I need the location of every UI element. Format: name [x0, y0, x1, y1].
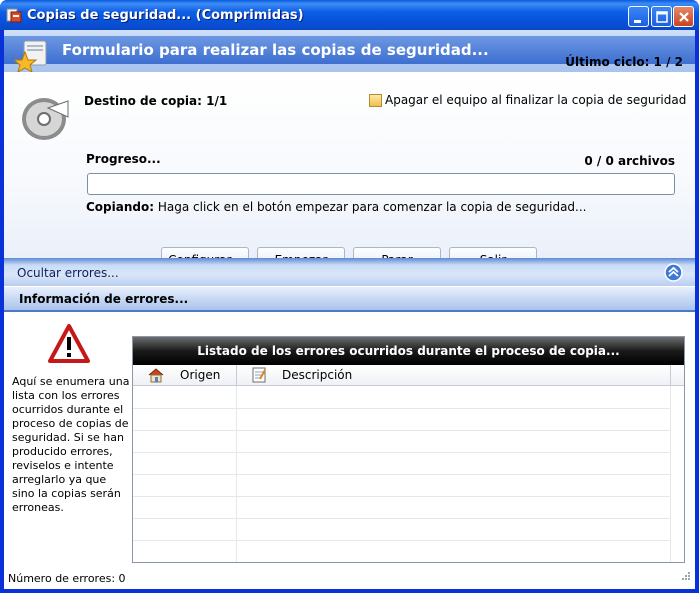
grid-line	[133, 496, 670, 497]
progress-bar	[87, 173, 675, 195]
notepad-icon	[251, 367, 267, 386]
column-separator[interactable]	[236, 365, 237, 386]
home-icon	[147, 367, 165, 386]
grid-column-line	[236, 386, 237, 562]
column-separator[interactable]	[670, 365, 671, 386]
warning-icon	[48, 324, 90, 367]
window-title: Copias de seguridad... (Comprimidas)	[27, 8, 304, 23]
status-prefix: Copiando:	[86, 200, 155, 214]
client-area: Formulario para realizar las copias de s…	[4, 30, 695, 589]
maximize-button[interactable]	[651, 6, 672, 27]
errors-header-label: Información de errores...	[19, 292, 189, 306]
status-line: Copiando: Haga click en el botón empezar…	[86, 200, 587, 214]
vertical-scrollbar[interactable]	[670, 386, 684, 562]
grid-line	[133, 518, 670, 519]
column-origin[interactable]: Origen	[180, 368, 220, 382]
errors-table[interactable]: Listado de los errores ocurridos durante…	[132, 336, 685, 563]
app-window: Copias de seguridad... (Comprimidas) For…	[0, 0, 699, 593]
errors-panel: Aquí se enumera una lista con los errore…	[4, 312, 695, 589]
minimize-icon	[634, 20, 641, 23]
maximize-icon	[656, 11, 668, 23]
hide-errors-label[interactable]: Ocultar errores...	[17, 266, 119, 280]
minimize-button[interactable]	[628, 6, 649, 27]
errors-table-title: Listado de los errores ocurridos durante…	[133, 337, 684, 365]
errors-header: Información de errores...	[4, 286, 695, 312]
cycle-indicator: Último ciclo: 1 / 2	[565, 55, 683, 69]
errors-count: Número de errores: 0	[8, 572, 126, 585]
star-icon	[12, 40, 50, 75]
grid-line	[133, 452, 670, 453]
app-icon	[6, 7, 22, 23]
errors-description: Aquí se enumera una lista con los errore…	[12, 375, 130, 514]
header-banner: Formulario para realizar las copias de s…	[4, 30, 695, 75]
title-bar[interactable]: Copias de seguridad... (Comprimidas)	[0, 0, 699, 30]
grid-line	[133, 540, 670, 541]
shutdown-checkbox[interactable]	[369, 94, 382, 107]
grid-line	[133, 474, 670, 475]
errors-table-header: Origen Descripción	[133, 365, 684, 386]
grid-line	[133, 408, 670, 409]
column-description[interactable]: Descripción	[282, 368, 352, 382]
collapse-up-icon[interactable]	[664, 263, 683, 285]
files-count: 0 / 0 archivos	[584, 154, 675, 168]
shutdown-label[interactable]: Apagar el equipo al finalizar la copia d…	[385, 93, 686, 107]
close-button[interactable]	[673, 6, 694, 27]
grid-line	[133, 430, 670, 431]
banner-title: Formulario para realizar las copias de s…	[62, 41, 489, 59]
copy-panel: Destino de copia: 1/1 Apagar el equipo a…	[4, 72, 695, 273]
destination-label: Destino de copia: 1/1	[84, 94, 228, 108]
status-text: Haga click en el botón empezar para come…	[154, 200, 587, 214]
progress-label: Progreso...	[86, 152, 161, 166]
close-icon	[679, 12, 689, 22]
resize-grip-icon[interactable]	[679, 571, 691, 586]
hide-errors-bar[interactable]: Ocultar errores...	[4, 258, 695, 286]
disc-icon	[20, 94, 72, 145]
